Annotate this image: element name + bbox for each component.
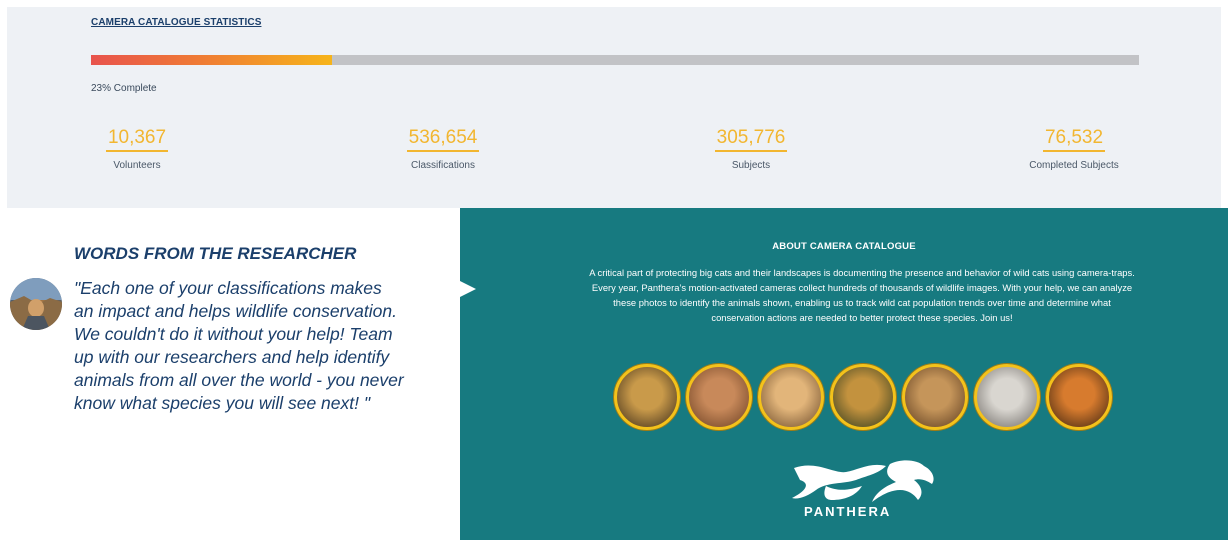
stat-value: 305,776: [714, 127, 788, 152]
about-section: ABOUT CAMERA CATALOGUE A critical part o…: [460, 208, 1228, 540]
stat-label: Completed Subjects: [1029, 160, 1119, 171]
jaguar-icon: [830, 364, 896, 430]
snow-leopard-icon: [974, 364, 1040, 430]
progress-bar-fill: [91, 55, 333, 65]
stat-classifications: 536,654 Classifications: [393, 127, 493, 171]
stat-label: Classifications: [411, 160, 475, 171]
progress-bar: [91, 55, 1139, 65]
researcher-heading: WORDS FROM THE RESEARCHER: [74, 244, 357, 263]
statistics-panel: CAMERA CATALOGUE STATISTICS 23% Complete…: [7, 7, 1221, 208]
stat-label: Volunteers: [113, 160, 161, 171]
stat-value: 536,654: [406, 127, 480, 152]
panthera-logo-text: PANTHERA: [804, 504, 892, 519]
stat-volunteers: 10,367 Volunteers: [93, 127, 181, 171]
about-description: A critical part of protecting big cats a…: [589, 267, 1135, 323]
statistics-title-link[interactable]: CAMERA CATALOGUE STATISTICS: [91, 17, 261, 28]
tiger-icon: [1046, 364, 1112, 430]
progress-label: 23% Complete: [91, 83, 157, 94]
leopard-icon: [614, 364, 680, 430]
researcher-avatar: [10, 278, 62, 330]
lion-icon: [686, 364, 752, 430]
pointer-arrow-icon: [460, 281, 476, 297]
stat-label: Subjects: [731, 160, 771, 171]
cat-species-row: [614, 364, 1114, 430]
researcher-photo-icon: [10, 278, 62, 330]
puma-icon: [902, 364, 968, 430]
stat-value: 10,367: [105, 127, 169, 152]
about-title: ABOUT CAMERA CATALOGUE: [772, 241, 916, 252]
cheetah-icon: [758, 364, 824, 430]
stat-subjects: 305,776 Subjects: [703, 127, 799, 171]
stat-value: 76,532: [1042, 127, 1106, 152]
researcher-quote: "Each one of your classifications makes …: [74, 278, 404, 413]
researcher-section: WORDS FROM THE RESEARCHER "Each one of y…: [0, 208, 460, 540]
stat-completed-subjects: 76,532 Completed Subjects: [1019, 127, 1129, 171]
